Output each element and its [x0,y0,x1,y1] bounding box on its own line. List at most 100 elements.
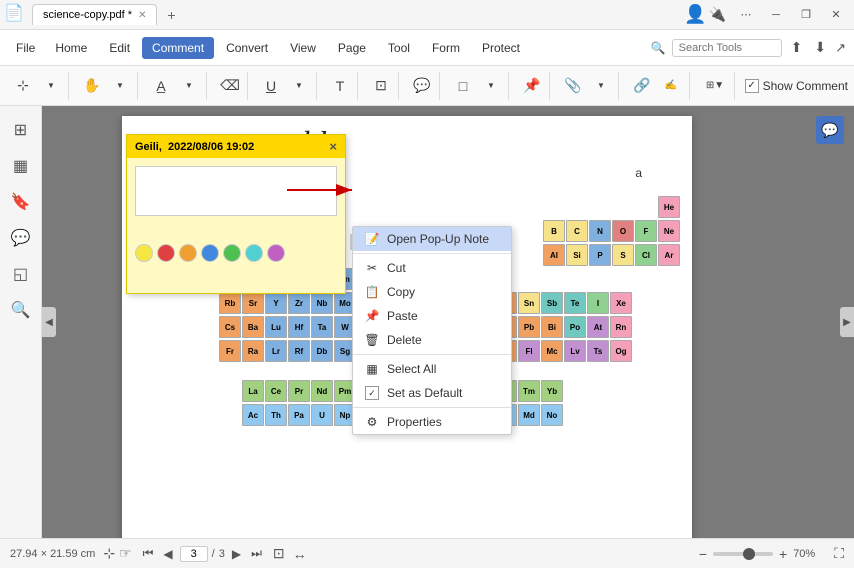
underline-dropdown[interactable]: ▼ [286,73,312,99]
expand-view-button[interactable]: ⛶ [834,545,844,562]
close-button[interactable]: ✕ [822,5,850,25]
panel-annotation-icon[interactable]: 💬 [5,222,37,254]
select-cursor-icon[interactable]: ⊹ [103,545,115,562]
prev-page-button[interactable]: ◀ [160,547,175,561]
highlight-tool[interactable]: A̲ [148,73,174,99]
menu-tool[interactable]: Tool [378,37,420,59]
menu-form[interactable]: Form [422,37,470,59]
ctx-divider-2 [353,354,511,355]
panel-bookmark-icon[interactable]: 🔖 [5,186,37,218]
active-tab[interactable]: science-copy.pdf * ✕ [32,4,157,25]
panel-home-icon[interactable]: ⊞ [5,114,37,146]
new-tab-button[interactable]: + [161,5,181,25]
sticky-close-button[interactable]: × [329,139,337,154]
comment-panel-icon[interactable]: 💬 [816,116,844,144]
color-blue[interactable] [201,244,219,262]
markup-dropdown[interactable]: ▼ [176,73,202,99]
last-page-button[interactable]: ⏭ [248,546,265,561]
ctx-copy[interactable]: 📋 Copy [353,280,511,304]
link-tool[interactable]: 🔗 [629,73,655,99]
search-tools-input[interactable] [672,39,782,57]
zoom-out-button[interactable]: − [699,546,707,562]
zoom-level-display[interactable]: 70% [793,548,828,560]
tool-group-text: T [323,72,358,100]
tool-group-markup: A̲ ▼ [144,72,207,100]
tool-group-underline: U ▼ [254,72,317,100]
titlebar: 📄 science-copy.pdf * ✕ + 👤 🔌 ⋯ ─ ❐ ✕ [0,0,854,30]
stamp-tool[interactable]: □ [450,73,476,99]
hand-cursor-icon[interactable]: ☞ [119,545,132,562]
collapse-left-button[interactable]: ◀ [42,307,56,337]
extra-tool[interactable]: ⊞▼ [700,73,730,99]
panel-search-icon[interactable]: 🔍 [5,294,37,326]
ctx-set-default[interactable]: ✓ Set as Default [353,381,511,405]
textbox-tool[interactable]: ⊡ [368,73,394,99]
menu-comment[interactable]: Comment [142,37,214,59]
attach-tool[interactable]: 📎 [560,73,586,99]
window-controls: 👤 🔌 ⋯ ─ ❐ ✕ [684,4,854,25]
sticky-tool[interactable]: 📌 [519,73,545,99]
minimize-button[interactable]: ─ [762,5,790,25]
sign-tool[interactable]: ✍ [657,73,685,99]
external-link-icon[interactable]: ↗ [835,40,846,56]
restore-button[interactable]: ❐ [792,5,820,25]
panel-layers-icon[interactable]: ◱ [5,258,37,290]
hand-tool-button[interactable]: ✋ [79,73,105,99]
stamp-dropdown[interactable]: ▼ [478,73,504,99]
overflow-button[interactable]: ⋯ [732,5,760,25]
first-page-button[interactable]: ⏮ [140,546,157,561]
fit-width-button[interactable]: ↔ [293,546,307,562]
sticky-header: Geili, 2022/08/06 19:02 × [127,135,345,158]
measure-tool[interactable]: ▼ [588,73,614,99]
menu-view[interactable]: View [280,37,326,59]
menu-home[interactable]: Home [45,37,97,59]
zoom-thumb[interactable] [743,548,755,560]
ctx-open-popup[interactable]: 📝 Open Pop-Up Note [353,227,511,251]
show-comment-checkbox[interactable] [745,79,759,93]
sticky-author-date: Geili, 2022/08/06 19:02 [135,141,254,153]
ctx-delete[interactable]: 🗑 Delete [353,328,511,352]
menu-page[interactable]: Page [328,37,376,59]
next-page-button[interactable]: ▶ [229,547,244,561]
nav-forward-button[interactable]: ⬇ [811,39,829,56]
sticky-note: Geili, 2022/08/06 19:02 × [126,134,346,294]
tool-group-attach: 📎 ▼ [556,72,619,100]
menu-file[interactable]: File [8,37,43,59]
color-green[interactable] [223,244,241,262]
collapse-right-button[interactable]: ▶ [840,307,854,337]
zoom-in-button[interactable]: + [779,546,787,562]
ctx-divider-1 [353,253,511,254]
color-yellow[interactable] [135,244,153,262]
tab-close-icon[interactable]: ✕ [138,10,146,21]
text-tool[interactable]: T [327,73,353,99]
search-tools-area: 🔍 ⬆ ⬇ ↗ [651,39,846,57]
hand-dropdown[interactable]: ▼ [107,73,133,99]
eraser-tool[interactable]: ⌫ [217,73,243,99]
page-number-input[interactable] [180,546,208,562]
menu-protect[interactable]: Protect [472,37,530,59]
element-he: He [658,196,680,218]
color-red[interactable] [157,244,175,262]
profile-icon[interactable]: 👤 [684,4,706,25]
callout-tool[interactable]: 💬 [409,73,435,99]
extension-icon[interactable]: 🔌 [709,6,726,23]
zoom-slider[interactable] [713,552,773,556]
menu-edit[interactable]: Edit [99,37,140,59]
ctx-cut[interactable]: ✂ Cut [353,256,511,280]
context-menu: 📝 Open Pop-Up Note ✂ Cut 📋 Copy 📌 Paste [352,226,512,435]
color-orange[interactable] [179,244,197,262]
nav-back-button[interactable]: ⬆ [788,39,806,56]
ctx-delete-icon: 🗑 [365,333,379,347]
ctx-paste[interactable]: 📌 Paste [353,304,511,328]
ctx-properties[interactable]: ⚙ Properties [353,410,511,434]
cursor-dropdown[interactable]: ▼ [38,73,64,99]
panel-thumbnail-icon[interactable]: ▦ [5,150,37,182]
menu-convert[interactable]: Convert [216,37,278,59]
cursor-tool-button[interactable]: ⊹ [10,73,36,99]
fit-page-button[interactable]: ⊡ [273,545,285,562]
ctx-properties-label: Properties [387,415,442,429]
color-teal[interactable] [245,244,263,262]
underline-tool[interactable]: U [258,73,284,99]
ctx-select-all[interactable]: ▦ Select All [353,357,511,381]
color-purple[interactable] [267,244,285,262]
